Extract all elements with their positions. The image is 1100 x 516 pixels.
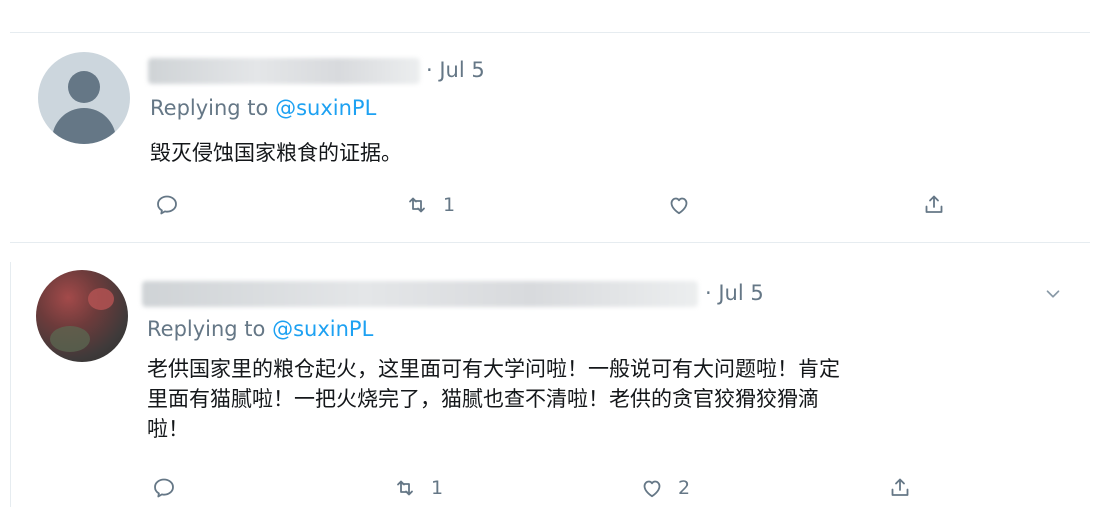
reply-icon [154,478,174,498]
share-button[interactable] [888,476,912,500]
retweet-count: 1 [431,477,444,499]
tweet-text-line: 老供国家里的粮仓起火，这里面可有大学问啦！一般说可有大问题啦！肯定 [147,357,840,381]
tweet-text-line: 里面有猫腻啦！一把火烧完了，猫腻也查不清啦！老供的贪官狡猾狡猾滴 [147,387,819,411]
chevron-down-icon [1046,290,1060,298]
avatar[interactable] [36,270,128,362]
like-count: 2 [678,477,691,499]
replying-to: Replying to @suxinPL [147,317,373,341]
retweet-icon [397,480,413,496]
avatar-photo-detail [88,288,114,310]
more-options-button[interactable] [1042,283,1064,305]
blurred-username[interactable] [142,281,698,307]
tweet-date[interactable]: · Jul 5 [705,281,764,305]
replying-to-label: Replying to [147,317,266,341]
reply-button[interactable] [152,476,190,500]
like-button[interactable]: 2 [640,476,690,500]
tweet-2[interactable]: · Jul 5 Replying to @suxinPL 老供国家里的粮仓起火，… [0,0,1100,516]
avatar-photo-detail [50,326,90,352]
heart-icon [643,480,661,498]
mention-link[interactable]: @suxinPL [272,317,373,341]
tweet-text-line: 啦！ [147,417,189,441]
tweet-text: 老供国家里的粮仓起火，这里面可有大学问啦！一般说可有大问题啦！肯定 里面有猫腻啦… [147,354,1067,444]
share-icon [891,478,909,496]
retweet-button[interactable]: 1 [393,476,443,500]
